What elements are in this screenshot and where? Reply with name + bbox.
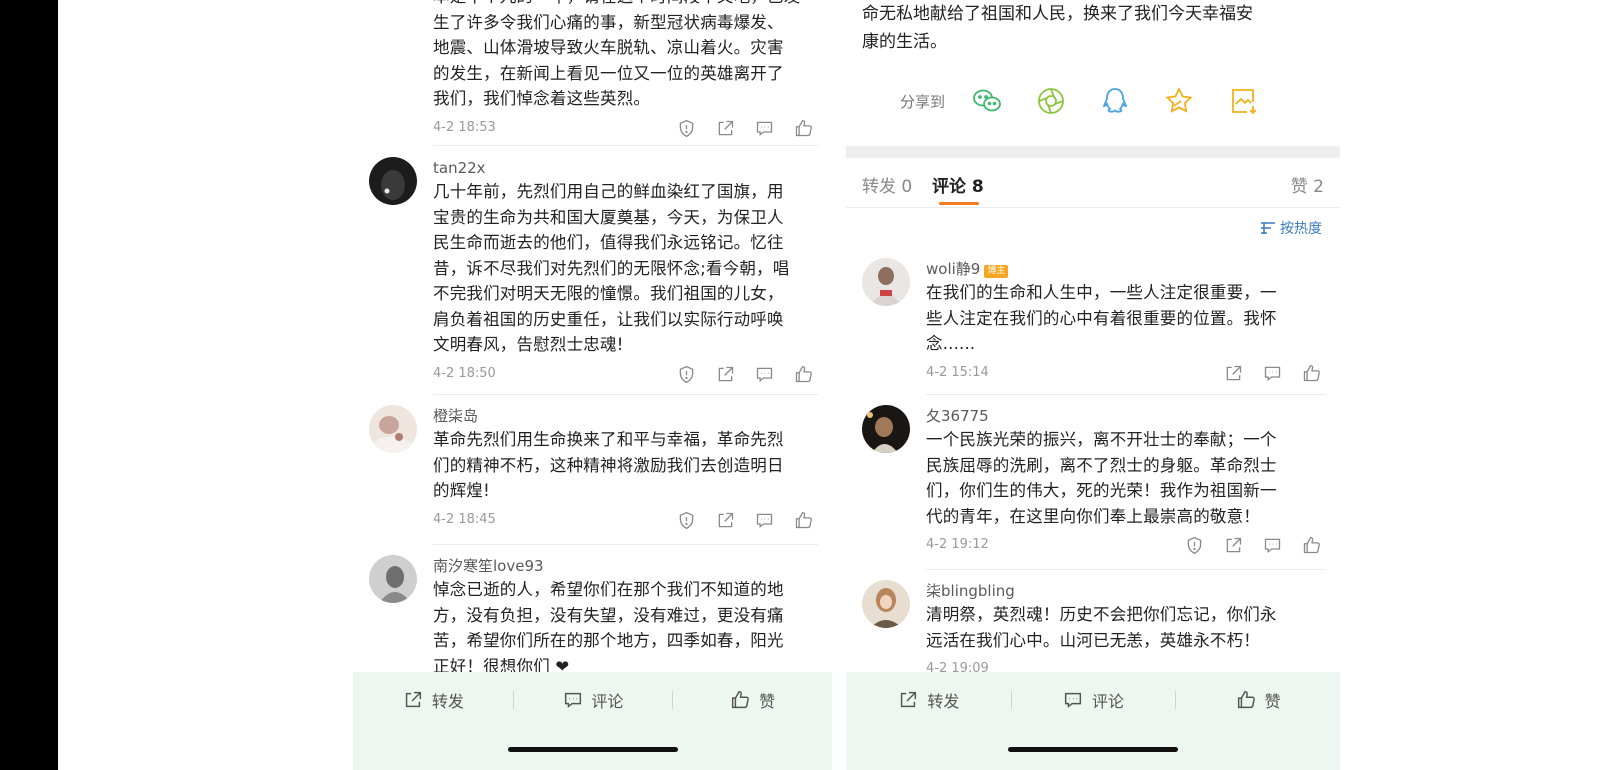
like-label: 赞 <box>1264 692 1281 711</box>
tab-bar: 转发 0 评论 8 赞 2 <box>846 158 1340 208</box>
sort-label: 按热度 <box>1280 221 1322 237</box>
reply-icon[interactable] <box>754 364 775 385</box>
share-icon[interactable] <box>715 510 736 531</box>
comment-text: 一个民族光荣的振兴，离不开壮士的奉献；一个 民族屈辱的洗刷，离不了烈士的身躯。革… <box>926 430 1277 526</box>
report-icon[interactable] <box>1184 535 1205 556</box>
avatar[interactable] <box>862 258 910 306</box>
comment-label: 评论 <box>1092 692 1125 711</box>
repost-button[interactable]: 转发 <box>846 682 1011 718</box>
black-side-bar <box>0 0 58 770</box>
section-separator <box>846 146 1340 158</box>
username[interactable]: 橙柒岛 <box>433 405 822 427</box>
comment-text: 在我们的生命和人生中，一些人注定很重要，一 些人注定在我们的心中有着很重要的位置… <box>926 283 1277 353</box>
comment-icon <box>1064 692 1082 708</box>
share-icon[interactable] <box>1223 535 1244 556</box>
repost-icon <box>405 691 421 708</box>
comment-time: 4-2 18:53 <box>433 119 496 135</box>
divider <box>926 394 1326 395</box>
comment-label: 评论 <box>591 692 624 711</box>
reply-icon[interactable] <box>1262 535 1283 556</box>
like-icon[interactable] <box>1301 363 1322 384</box>
like-icon[interactable] <box>793 510 814 531</box>
repost-button[interactable]: 转发 <box>353 682 513 718</box>
comment-text: 革命先烈们用生命换来了和平与幸福，革命先烈 们的精神不朽，这种精神将激励我们去创… <box>433 430 784 500</box>
share-icon[interactable] <box>1223 363 1244 384</box>
comment-time: 4-2 18:50 <box>433 365 496 381</box>
reply-icon[interactable] <box>754 510 775 531</box>
active-tab-indicator <box>939 202 979 205</box>
reply-icon[interactable] <box>1262 363 1283 384</box>
comment-time: 4-2 19:12 <box>926 537 989 552</box>
avatar[interactable] <box>369 405 417 453</box>
avatar[interactable] <box>369 555 417 603</box>
author-badge: 博主 <box>984 265 1009 278</box>
comment-text: 悼念已逝的人，希望你们在那个我们不知道的地 方，没有负担，没有失望，没有难过，更… <box>433 580 784 676</box>
share-icon[interactable] <box>715 118 736 139</box>
reply-icon[interactable] <box>754 118 775 139</box>
username[interactable]: woli静9 <box>926 260 980 278</box>
avatar[interactable] <box>369 157 417 205</box>
comment-button[interactable]: 评论 <box>1010 682 1176 718</box>
repost-label: 转发 <box>927 692 960 711</box>
comment-icon <box>564 692 581 708</box>
report-icon[interactable] <box>676 364 697 385</box>
username[interactable]: 柒blingbling <box>926 580 1330 602</box>
sort-icon <box>1261 222 1275 234</box>
share-icon[interactable] <box>715 364 736 385</box>
wechat-icon[interactable] <box>971 85 1003 117</box>
save-image-icon[interactable] <box>1227 85 1259 117</box>
tab-likes[interactable]: 赞 2 <box>1291 172 1324 197</box>
like-icon[interactable] <box>793 364 814 385</box>
like-icon[interactable] <box>793 118 814 139</box>
repost-icon <box>901 691 917 708</box>
comment-time: 4-2 18:45 <box>433 511 496 527</box>
repost-label: 转发 <box>431 692 464 711</box>
divider <box>926 569 1326 570</box>
avatar[interactable] <box>862 405 910 453</box>
bottom-action-bar: 转发 评论 赞 <box>846 672 1340 770</box>
moments-icon[interactable] <box>1035 85 1067 117</box>
right-phone-screen: 命无私地献给了祖国和人民，换来了我们今天幸福安 康的生活。 分享到 转发 0 评… <box>846 0 1340 770</box>
username[interactable]: 南汐寒笙love93 <box>433 555 822 577</box>
divider <box>433 394 818 395</box>
like-label: 赞 <box>759 692 776 711</box>
comment-text: 几十年前，先烈们用自己的鲜血染红了国旗，用 宝贵的生命为共和国大厦奠基，今天，为… <box>433 182 790 354</box>
post-text: 命无私地献给了祖国和人民，换来了我们今天幸福安 康的生活。 <box>862 4 1253 52</box>
like-button[interactable]: 赞 <box>1175 682 1340 718</box>
like-icon[interactable] <box>1301 535 1322 556</box>
comment-button[interactable]: 评论 <box>512 682 673 718</box>
report-icon[interactable] <box>676 118 697 139</box>
share-label: 分享到 <box>900 92 946 111</box>
comment-time: 4-2 15:14 <box>926 364 989 380</box>
home-indicator[interactable] <box>1008 747 1178 752</box>
comment-text: 清明祭，英烈魂！历史不会把你们忘记，你们永 远活在我们心中。山河已无恙，英雄永不… <box>926 605 1277 650</box>
tab-comments[interactable]: 评论 8 <box>932 172 984 197</box>
username[interactable]: tan22x <box>433 157 822 179</box>
thumbs-up-icon <box>732 691 749 709</box>
username[interactable]: 夂36775 <box>926 405 1330 427</box>
divider <box>433 544 818 545</box>
divider <box>433 145 818 146</box>
thumbs-up-icon <box>1237 691 1255 709</box>
like-button[interactable]: 赞 <box>672 682 832 718</box>
favorite-icon[interactable] <box>1163 85 1195 117</box>
sort-by-hot-button[interactable]: 按热度 <box>1260 218 1322 238</box>
tab-repost[interactable]: 转发 0 <box>862 172 912 197</box>
bottom-action-bar: 转发 评论 赞 <box>353 672 832 770</box>
share-row: 分享到 <box>900 84 1291 118</box>
comment-text: 本是十个九的一年，请在这个时间段中又吧，已发 生了许多令我们心痛的事，新型冠状病… <box>433 0 800 108</box>
avatar[interactable] <box>862 580 910 628</box>
qq-icon[interactable] <box>1099 85 1131 117</box>
left-phone-screen: 本是十个九的一年，请在这个时间段中又吧，已发 生了许多令我们心痛的事，新型冠状病… <box>353 0 832 770</box>
home-indicator[interactable] <box>507 747 678 752</box>
report-icon[interactable] <box>676 510 697 531</box>
